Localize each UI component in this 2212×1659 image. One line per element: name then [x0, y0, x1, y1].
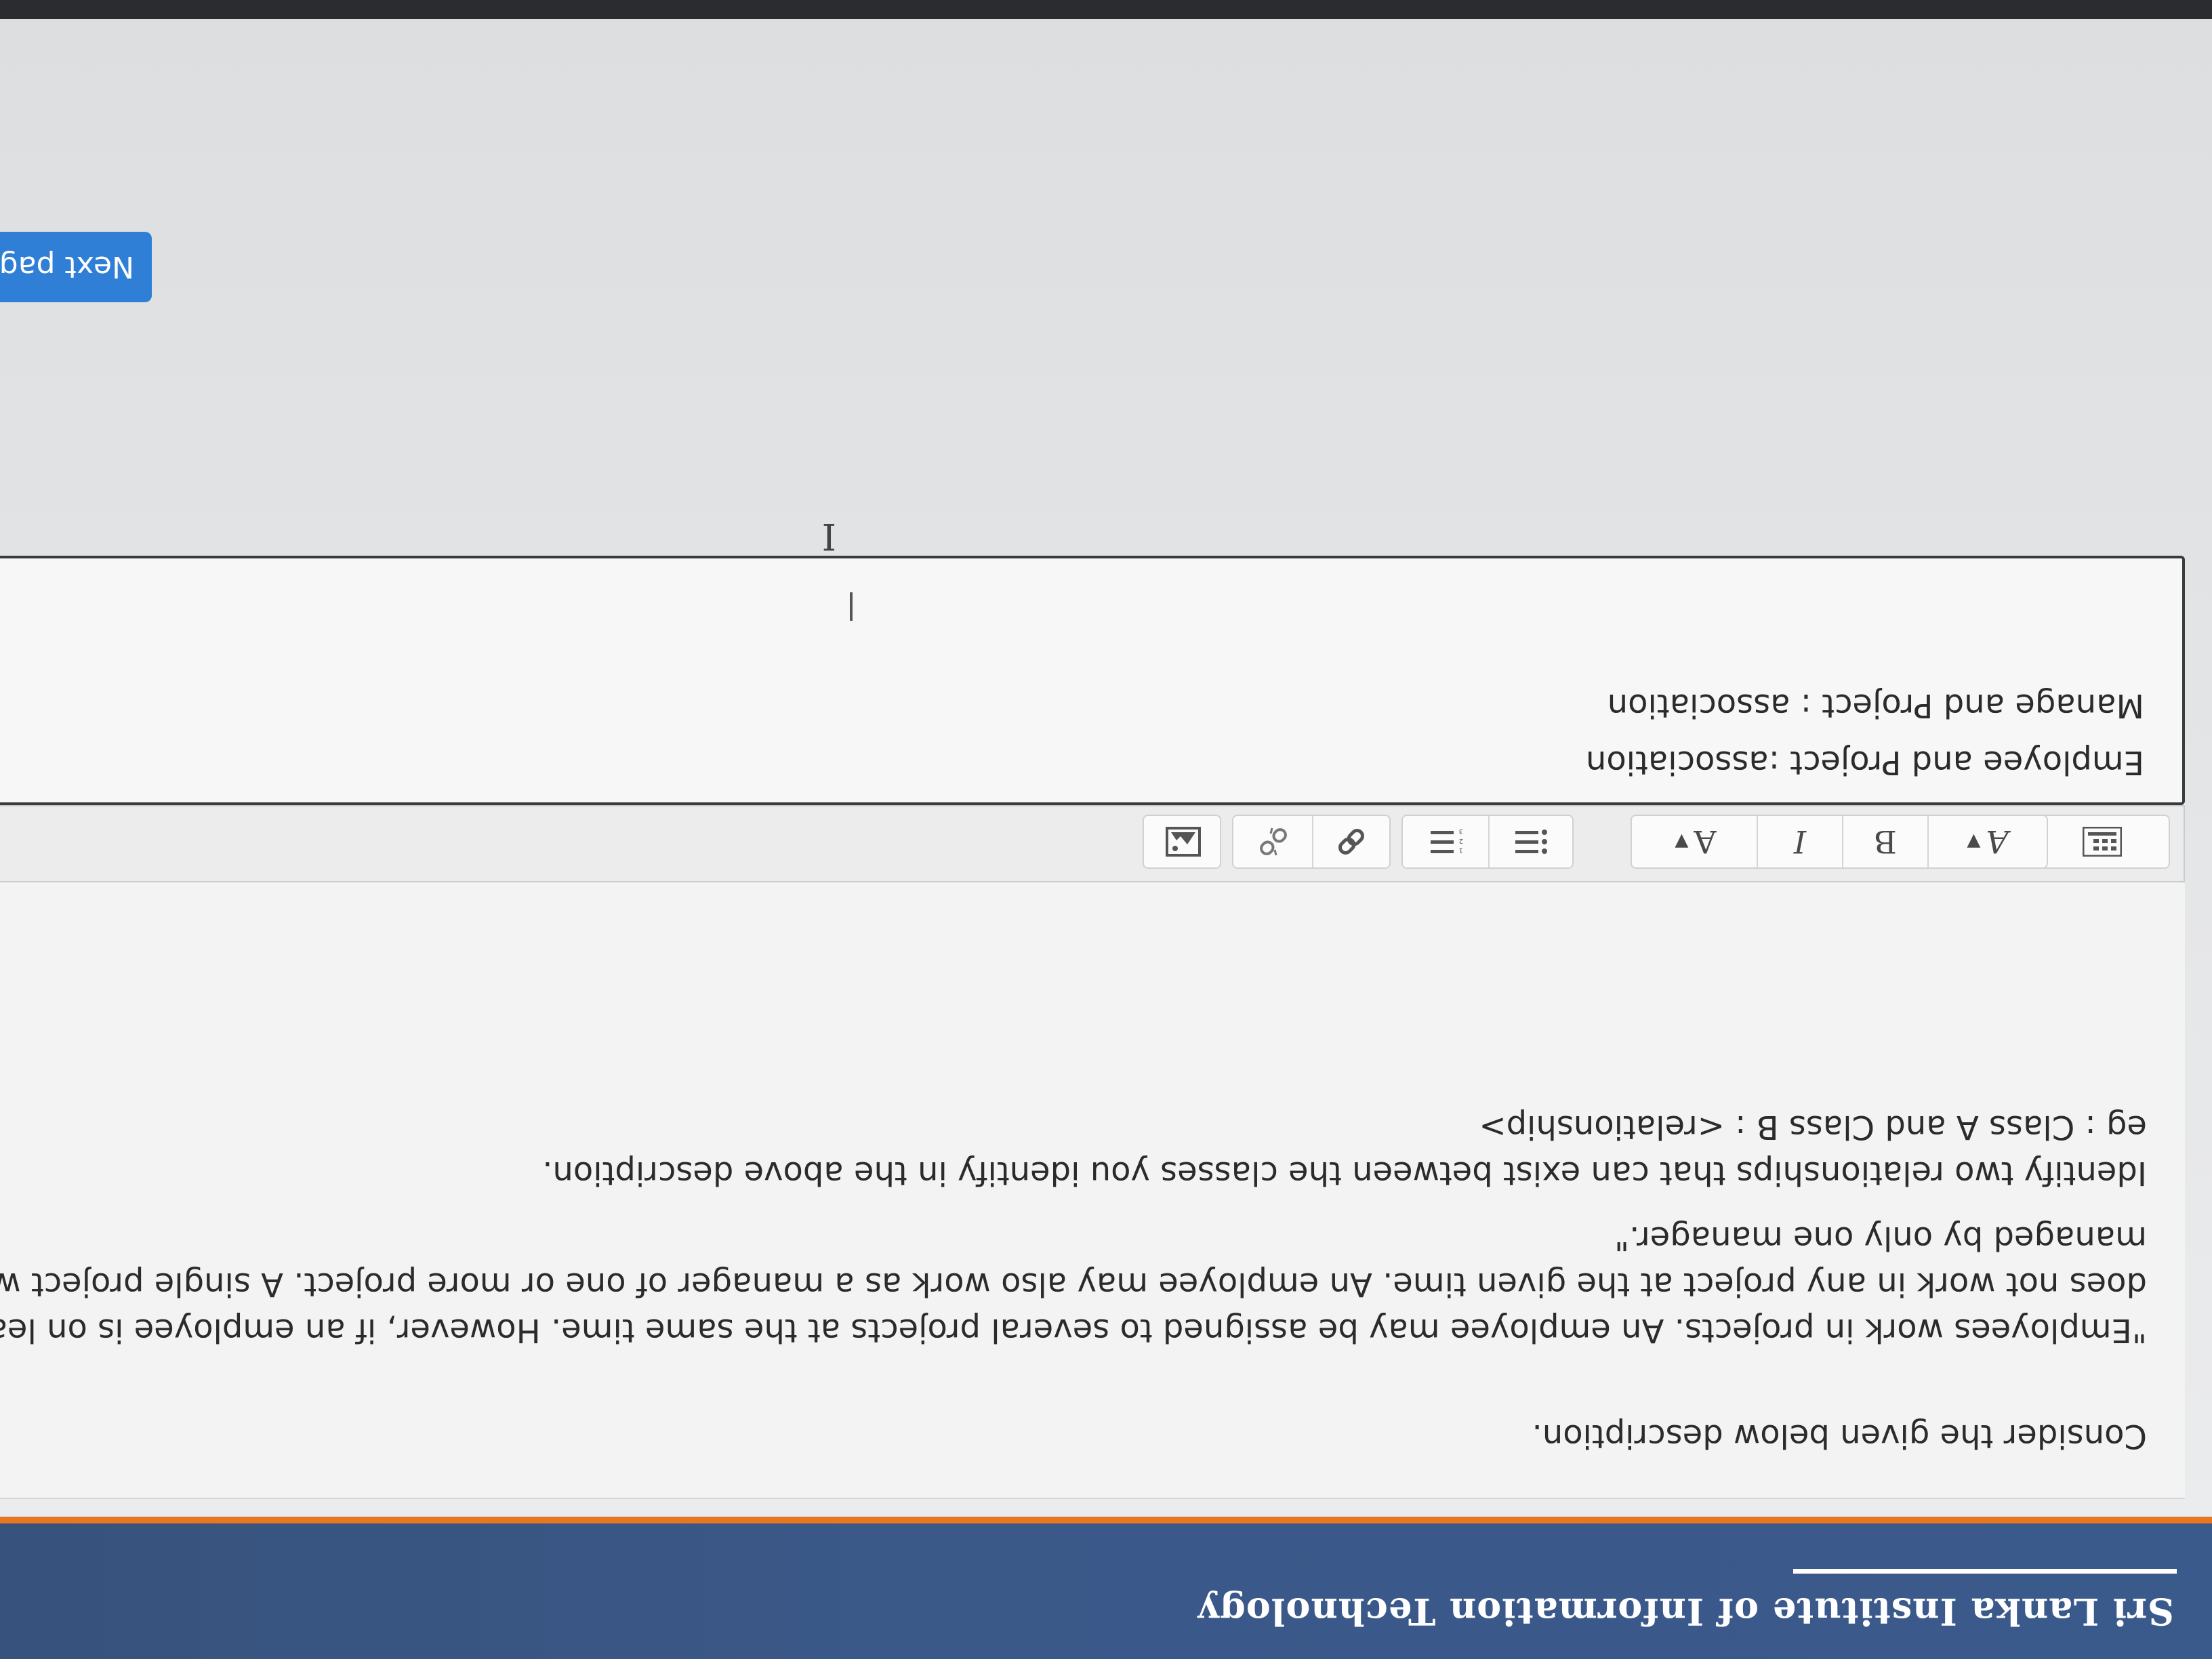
link-button[interactable] [1312, 816, 1389, 867]
link-icon [1338, 829, 1364, 855]
italic-icon: I [1793, 823, 1807, 860]
svg-text:1: 1 [1459, 846, 1463, 854]
bullet-list-button[interactable] [1488, 816, 1572, 867]
description-line: "Employees work in projects. An employee… [0, 1311, 2147, 1349]
numbered-list-icon: 1 2 3 [1431, 828, 1463, 854]
toolbar-group-more [2032, 815, 2170, 869]
example-format: eg : Class A and Class B : <relationship… [1479, 1108, 2147, 1146]
image-icon [1166, 827, 1201, 857]
italic-button[interactable]: I [1757, 816, 1842, 867]
description-line: managed by only one manager." [1614, 1219, 2147, 1257]
next-page-button[interactable]: Next pag [0, 232, 152, 302]
answer-line[interactable]: Employee and Project :association [1586, 740, 2144, 785]
numbered-list-button[interactable]: 1 2 3 [1404, 816, 1488, 867]
bullet-list-icon [1515, 830, 1547, 854]
paragraph-style-icon: A [1986, 823, 2009, 860]
title-underline [1793, 1569, 2177, 1574]
header-accent-line [0, 1517, 2212, 1523]
unlink-button[interactable] [1235, 816, 1312, 867]
toolbar-group-links [1232, 815, 1391, 869]
answer-line[interactable]: Manage and Project : association [1607, 683, 2144, 728]
unlink-icon [1260, 827, 1287, 856]
question-intro: Consider the given below description. [1532, 1417, 2147, 1455]
bold-button[interactable]: B [1842, 816, 1927, 867]
svg-text:2: 2 [1459, 837, 1463, 844]
chevron-down-icon: ▼ [1967, 832, 1981, 852]
text-caret [850, 592, 853, 621]
toolbar-group-format: A ▼ B I A ▼ [1631, 815, 2048, 869]
question-prompt: Identify two relationships that can exis… [542, 1154, 2147, 1192]
mouse-text-cursor-icon: I [821, 515, 836, 558]
svg-text:3: 3 [1459, 828, 1463, 835]
screen: Sri Lanka Institute of Information Techn… [0, 0, 2212, 1659]
answer-editor[interactable]: Employee and Project :association Manage… [0, 556, 2185, 805]
bold-icon: B [1874, 823, 1897, 860]
monitor-bezel [0, 0, 2212, 19]
font-color-icon: A [1694, 823, 1717, 860]
editor-toolbar: A ▼ B I A ▼ 1 2 3 [0, 805, 2185, 882]
paragraph-style-button[interactable]: A ▼ [1927, 816, 2047, 867]
font-color-button[interactable]: A ▼ [1635, 816, 1757, 867]
toolbar-group-media [1143, 815, 1221, 869]
description-line: does not work in any project at the give… [0, 1265, 2147, 1303]
toolbar-group-lists: 1 2 3 [1401, 815, 1574, 869]
show-more-icon[interactable] [2036, 816, 2169, 867]
chevron-down-icon: ▼ [1675, 832, 1689, 852]
institution-title[interactable]: Sri Lanka Institute of Information Techn… [1197, 1590, 2174, 1633]
site-header: Sri Lanka Institute of Information Techn… [0, 1523, 2212, 1659]
image-button[interactable] [1147, 816, 1220, 867]
